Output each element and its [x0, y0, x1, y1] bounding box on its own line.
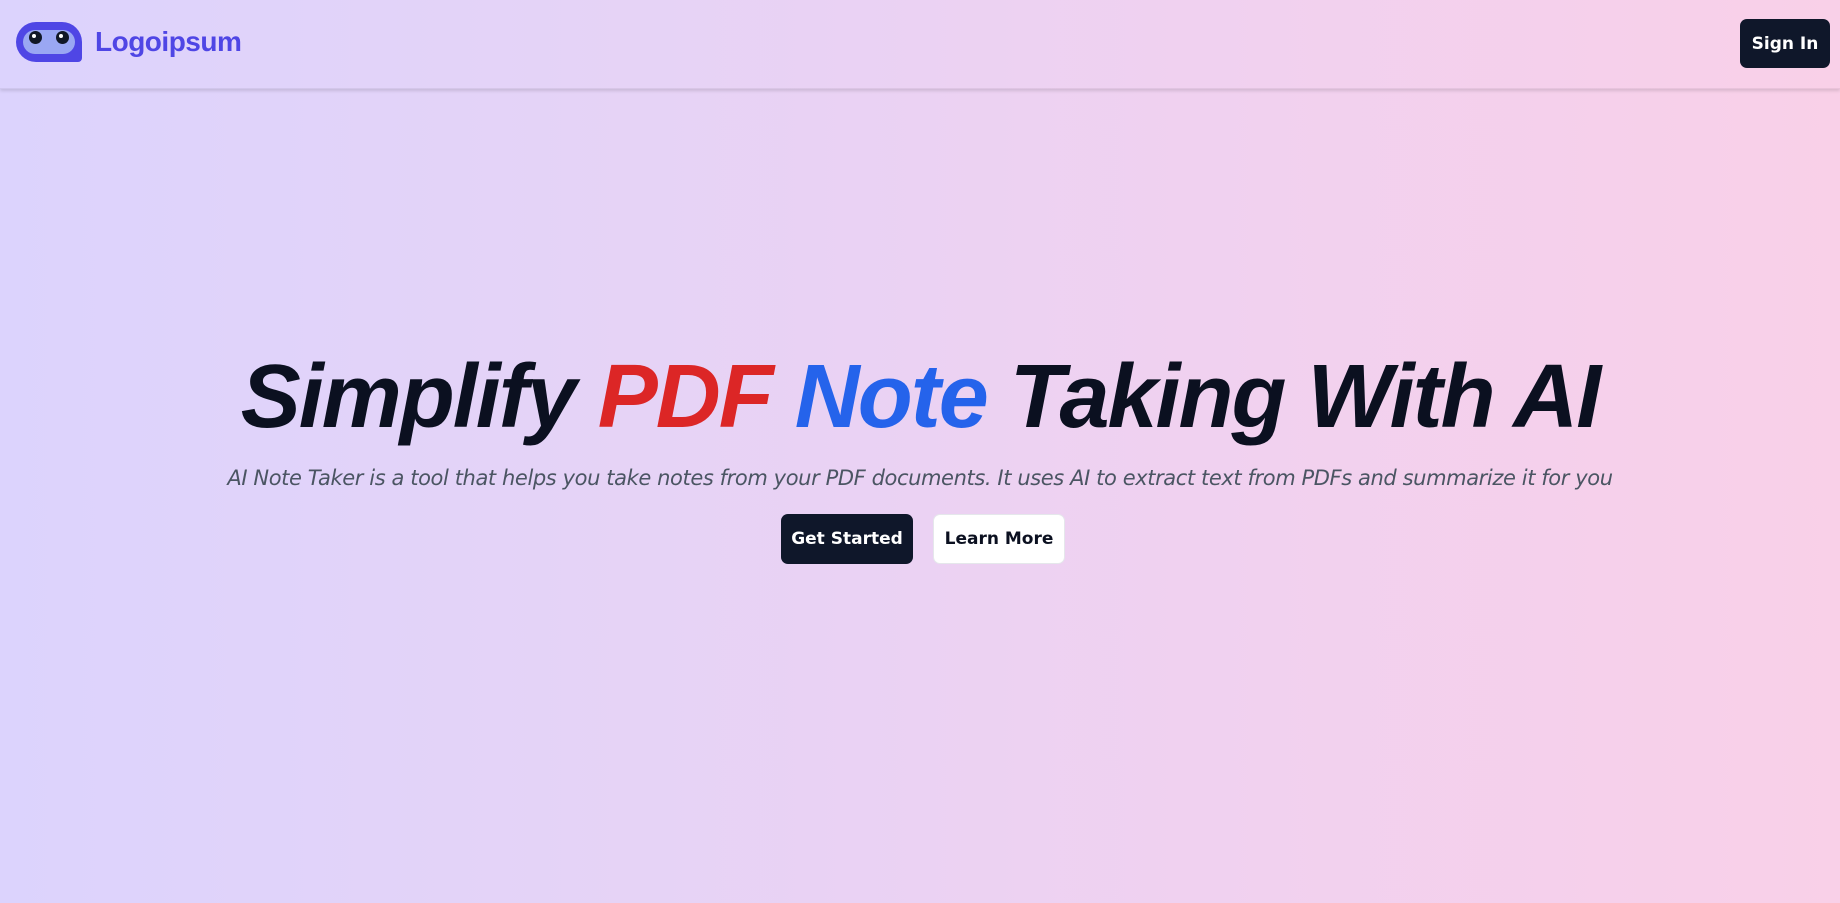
hero-title-note: Note [794, 347, 989, 447]
hero-subtitle: AI Note Taker is a tool that helps you t… [227, 466, 1613, 490]
hero-title: Simplify PDF Note Taking With AI [0, 342, 1840, 452]
logo-text: Logoipsum [95, 26, 242, 57]
hero-title-pdf: PDF [597, 347, 774, 447]
get-started-button[interactable]: Get Started [781, 514, 913, 564]
logo-icon [16, 22, 82, 62]
top-navbar: Logoipsum Sign In [0, 0, 1840, 89]
sign-in-button[interactable]: Sign In [1740, 19, 1830, 68]
learn-more-button[interactable]: Learn More [933, 514, 1065, 564]
hero-title-part1: Simplify [240, 347, 598, 447]
hero-title-part2: Taking With AI [986, 347, 1601, 447]
logo-link[interactable]: Logoipsum [16, 22, 242, 62]
